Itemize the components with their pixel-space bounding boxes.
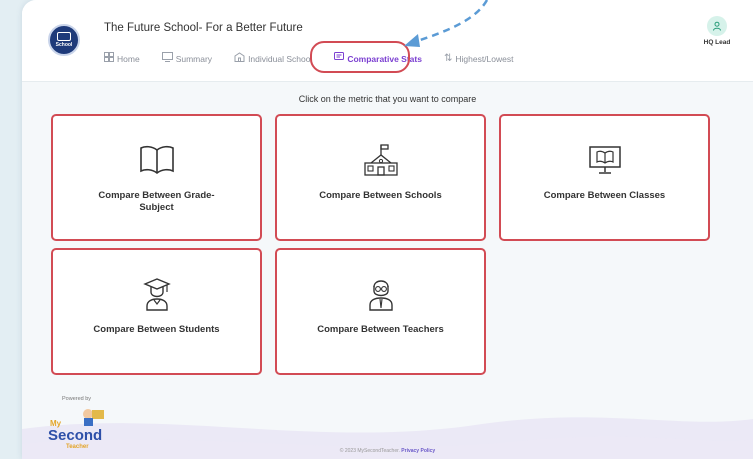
nav-summary-label: Summary: [175, 53, 213, 64]
nav-individual-school[interactable]: Individual School: [234, 52, 312, 65]
school-icon: [234, 52, 245, 65]
user-role-label: HQ Lead: [703, 39, 731, 46]
card-grade-subject-label: Compare Between Grade-Subject: [98, 190, 215, 213]
card-grade-subject[interactable]: Compare Between Grade-Subject: [51, 114, 262, 241]
annotation-arrow: [404, 0, 489, 47]
footer: © 2023 MySecondTeacher. Privacy Policy: [22, 448, 753, 454]
copyright-text: © 2023 MySecondTeacher.: [339, 448, 400, 454]
logo-book-icon: [57, 32, 71, 41]
card-students[interactable]: Compare Between Students: [51, 248, 262, 375]
teacher-icon: [365, 276, 397, 312]
card-students-label: Compare Between Students: [93, 324, 220, 335]
nav-home-label: Home: [117, 53, 140, 64]
graduate-icon: [141, 276, 173, 312]
top-header: School The Future School- For a Better F…: [22, 0, 753, 82]
school-building-icon: [363, 142, 399, 178]
card-classes-label: Compare Between Classes: [543, 190, 666, 201]
card-teachers[interactable]: Compare Between Teachers: [275, 248, 486, 375]
brand-line2: Second: [48, 427, 102, 444]
card-teachers-label: Compare Between Teachers: [317, 324, 444, 335]
powered-by-label: Powered by: [62, 396, 92, 402]
logo-text: School: [55, 42, 73, 48]
user-menu[interactable]: HQ Lead: [697, 16, 737, 46]
school-title: The Future School- For a Better Future: [104, 22, 303, 34]
nav-individual-school-label: Individual School: [248, 53, 313, 64]
mysecondteacher-logo[interactable]: My Second Teacher: [46, 404, 118, 450]
card-schools[interactable]: Compare Between Schools: [275, 114, 486, 241]
school-logo[interactable]: School: [48, 24, 80, 56]
monitor-icon: [161, 52, 173, 65]
nav-home[interactable]: Home: [104, 52, 140, 65]
card-schools-label: Compare Between Schools: [319, 190, 442, 201]
card-classes[interactable]: Compare Between Classes: [499, 114, 710, 241]
board-icon: [588, 142, 622, 178]
nav-summary[interactable]: Summary: [161, 52, 213, 65]
user-icon: [707, 16, 727, 36]
grid-icon: [104, 52, 114, 65]
book-icon: [139, 142, 175, 178]
app-window: School The Future School- For a Better F…: [22, 0, 753, 459]
privacy-policy-link[interactable]: Privacy Policy: [401, 448, 435, 454]
instruction-text: Click on the metric that you want to com…: [298, 94, 477, 104]
